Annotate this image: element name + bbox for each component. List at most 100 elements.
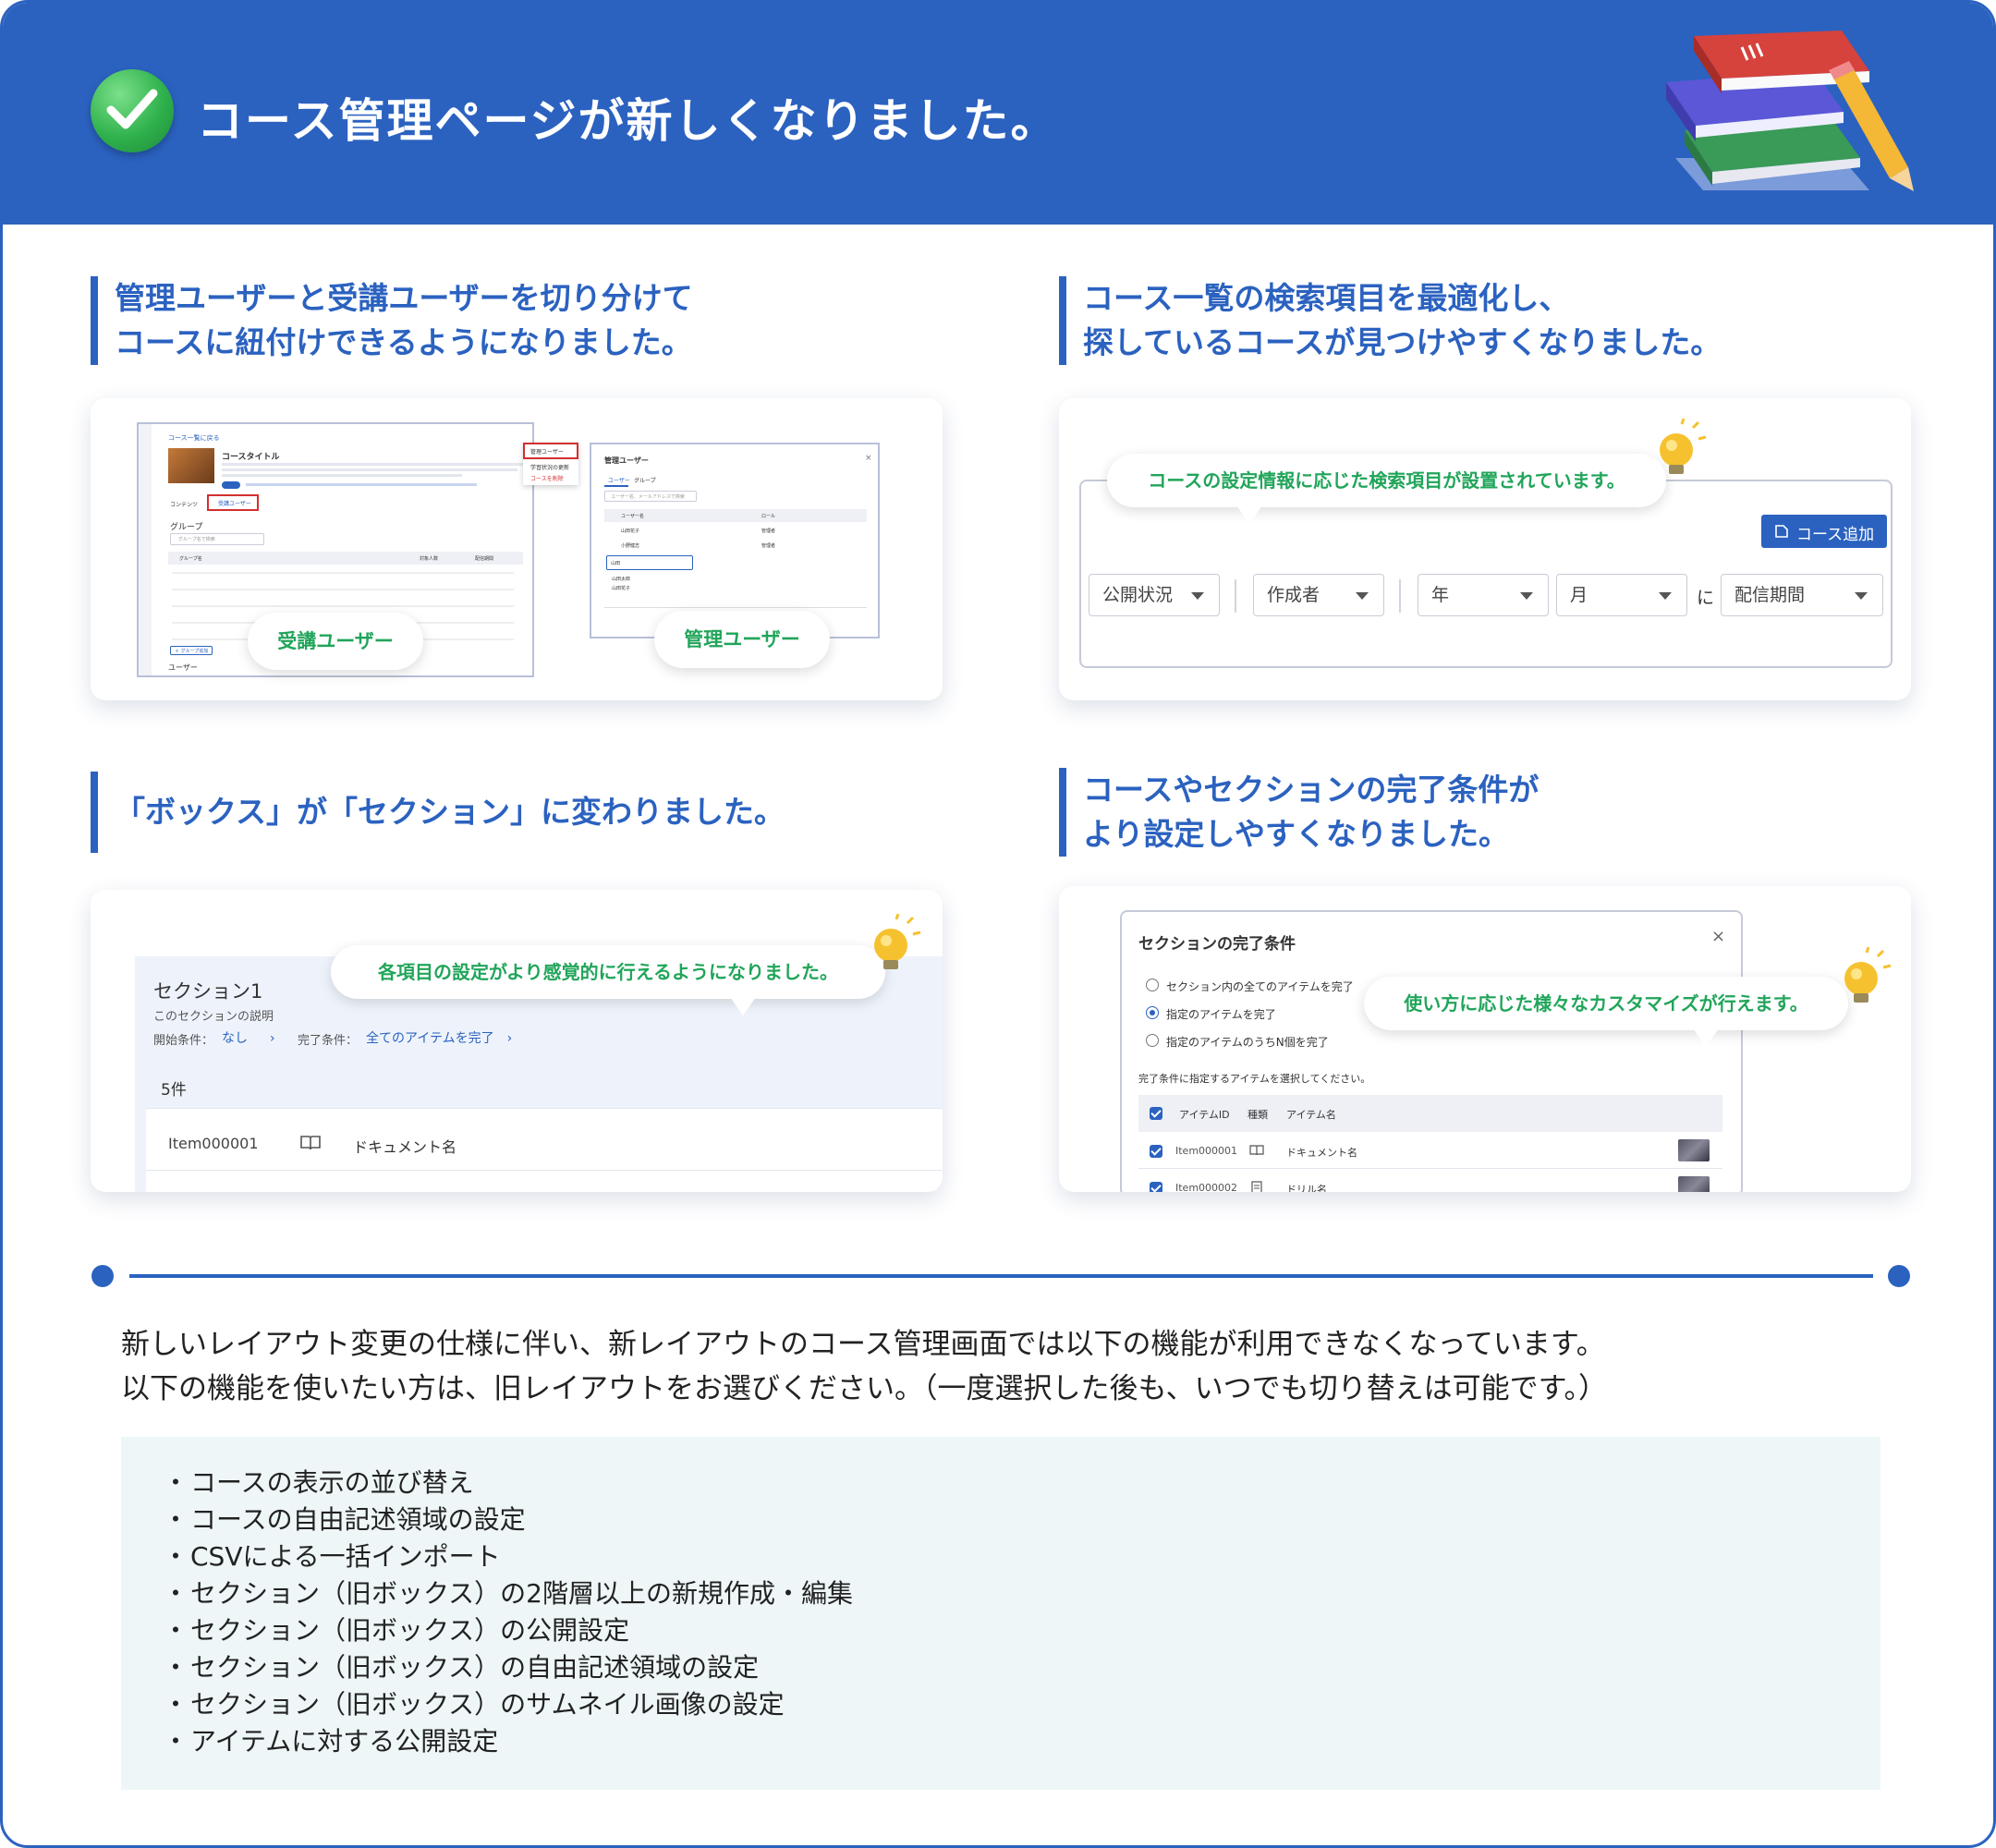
card-section-rename: セクション1 このセクションの説明 開始条件： なし › 完了条件： 全てのアイテ… (91, 890, 943, 1192)
start-condition-link[interactable]: なし › (222, 1028, 275, 1047)
callout-search-fields: コースの設定情報に応じた検索項目が設置されています。 (1107, 454, 1666, 524)
list-item: ・セクション（旧ボックス）の公開設定 (163, 1615, 630, 1646)
heading-line: 探しているコースが見つけやすくなりました。 (1083, 324, 1722, 360)
table-row[interactable]: Item000002 ドリル名 (1138, 1171, 1722, 1192)
dialog-tab-users[interactable]: ユーザー (608, 476, 630, 484)
card-completion-condition: セクションの完了条件 × セクション内の全てのアイテムを完了 指定のアイテムを完… (1059, 886, 1911, 1192)
tab-learners-highlight: 受講ユーザー (207, 494, 259, 511)
tab-contents[interactable]: コンテンツ (170, 500, 198, 508)
menu-item-admin-users[interactable]: 管理ユーザー (530, 447, 564, 456)
admin-users-dialog-mock: 管理ユーザー × ユーザー グループ ユーザー名、メールアドレスで検索 ユーザー… (590, 443, 880, 638)
header-banner: コース管理ページが新しくなりました。 (3, 3, 1993, 225)
announcement-frame: コース管理ページが新しくなりました。 管理ユーザーと受講ユーザーを切り分けて コ… (0, 0, 1996, 1848)
filter-year[interactable]: 年 (1418, 574, 1549, 616)
column-header: ユーザー名 (621, 514, 644, 519)
select-all-checkbox[interactable] (1150, 1107, 1162, 1120)
section-title: セクション1 (153, 980, 263, 1003)
list-item-text: セクション（旧ボックス）の公開設定 (190, 1615, 630, 1646)
radio-all-items[interactable] (1146, 979, 1159, 991)
callout-customization: 使い方に応じた様々なカスタマイズが行えます。 (1364, 977, 1848, 1047)
tab-learners[interactable]: 受講ユーザー (218, 499, 251, 507)
dropdown-caret-icon (1659, 592, 1672, 600)
feature-heading-search: コース一覧の検索項目を最適化し、 探しているコースが見つけやすくなりました。 (1059, 276, 1721, 365)
chevron-right-icon: › (270, 1031, 275, 1046)
layout-notice: 新しいレイアウト変更の仕様に伴い、新レイアウトのコース管理画面では以下の機能が利… (121, 1322, 1607, 1411)
heading-line: より設定しやすくなりました。 (1083, 816, 1510, 852)
add-group-button[interactable]: ＋ グループ追加 (170, 646, 213, 655)
list-item: ・セクション（旧ボックス）のサムネイル画像の設定 (163, 1689, 785, 1720)
radio-specified-items[interactable] (1146, 1006, 1159, 1019)
filter-month[interactable]: 月 (1556, 574, 1687, 616)
close-icon[interactable]: × (1711, 927, 1725, 946)
page-title: コース管理ページが新しくなりました。 (197, 94, 1059, 148)
dialog-search-input[interactable]: ユーザー名、メールアドレスで検索 (604, 491, 697, 502)
feature-heading-section-rename: 「ボックス」が「セクション」に変わりました。 (91, 772, 785, 853)
dialog-option[interactable]: 山田花子 (612, 585, 630, 591)
dialog-tab-groups[interactable]: グループ (634, 476, 656, 484)
column-header: アイテムID (1179, 1109, 1230, 1121)
dialog-user-select[interactable]: 山田 (606, 555, 693, 570)
card-search-filters: コース追加 公開状況 作成者 年 月 に 配信期間 コースの設定情報に応じた検索… (1059, 398, 1911, 700)
divider-dot-left (91, 1265, 114, 1287)
dialog-row-role: 管理者 (761, 529, 776, 534)
table-row[interactable]: Item000001 ドキュメント名 (1138, 1134, 1722, 1169)
dialog-row-name: 小野健志 (621, 543, 640, 549)
add-group-label: ＋ グループ追加 (175, 649, 209, 654)
group-search-placeholder: グループ名で検索 (178, 537, 215, 542)
notice-line: 新しいレイアウト変更の仕様に伴い、新レイアウトのコース管理画面では以下の機能が利… (121, 1328, 1605, 1361)
radio-label: 指定のアイテムのうちN個を完了 (1166, 1036, 1329, 1049)
filter-value: 作成者 (1267, 585, 1321, 605)
callout-intuitive-settings: 各項目の設定がより感覚的に行えるようになりました。 (331, 945, 885, 1015)
item-row[interactable]: Item000001 ドキュメント名 (146, 1108, 943, 1192)
dialog-option[interactable]: 山田太郎 (612, 576, 630, 582)
column-header: ロール (761, 514, 776, 519)
notice-line: 以下の機能を使いたい方は、旧レイアウトをお選びください。（一度選択した後も、いつ… (121, 1372, 1607, 1405)
item-id: Item000002 (1175, 1182, 1238, 1192)
list-item: ・セクション（旧ボックス）の自由記述領域の設定 (163, 1652, 760, 1683)
divider-line (129, 1274, 1873, 1278)
lightbulb-icon (874, 914, 921, 969)
menu-item-update-progress[interactable]: 学習状況の更新 (530, 463, 569, 471)
row-checkbox[interactable] (1150, 1145, 1162, 1158)
drill-icon (1251, 1181, 1262, 1192)
add-course-button[interactable]: コース追加 (1761, 515, 1887, 548)
row-checkbox[interactable] (1150, 1182, 1162, 1192)
heading-line: 「ボックス」が「セクション」に変わりました。 (115, 794, 785, 830)
close-icon[interactable]: × (865, 454, 872, 463)
dropdown-caret-icon (1191, 592, 1204, 600)
back-link[interactable]: コース一覧に戻る (168, 433, 220, 443)
lightbulb-icon (1844, 947, 1892, 1003)
list-item: ・コースの自由記述領域の設定 (163, 1504, 526, 1535)
list-item-text: コースの表示の並び替え (190, 1467, 474, 1498)
radio-n-items[interactable] (1146, 1034, 1159, 1047)
menu-item-delete-course[interactable]: コースを削除 (530, 474, 564, 482)
add-course-icon (1775, 525, 1788, 538)
heading-line: 管理ユーザーと受講ユーザーを切り分けて (115, 280, 693, 316)
document-icon (1249, 1145, 1264, 1156)
complete-condition-link[interactable]: 全てのアイテムを完了 › (366, 1028, 512, 1047)
list-item: ・CSVによる一括インポート (163, 1541, 501, 1572)
filter-delivery-period[interactable]: 配信期間 (1721, 574, 1883, 616)
add-course-label: コース追加 (1796, 526, 1875, 544)
books-pencil-icon (1666, 30, 1914, 191)
filter-value: 年 (1431, 585, 1450, 605)
dialog-row-role: 管理者 (761, 543, 776, 549)
filter-author[interactable]: 作成者 (1253, 574, 1384, 616)
dialog-select-value: 山田 (611, 561, 621, 566)
dropdown-caret-icon (1855, 592, 1868, 600)
item-id: Item000001 (1175, 1145, 1238, 1157)
dialog-title: 管理ユーザー (604, 456, 649, 465)
list-item-text: CSVによる一括インポート (190, 1541, 501, 1572)
users-label: ユーザー (168, 663, 198, 672)
feature-heading-completion: コースやセクションの完了条件が より設定しやすくなりました。 (1059, 768, 1539, 857)
chevron-right-icon: › (506, 1031, 513, 1046)
item-thumbnail (1678, 1176, 1710, 1192)
course-menu-dropdown: 管理ユーザー 学習状況の更新 コースを削除 (523, 443, 578, 485)
filter-separator (1235, 579, 1236, 613)
item-id: Item000001 (168, 1135, 259, 1152)
connector-text: に (1697, 588, 1715, 608)
filter-publish-status[interactable]: 公開状況 (1089, 574, 1220, 616)
list-item: ・コースの表示の並び替え (163, 1467, 474, 1498)
dropdown-caret-icon (1356, 592, 1369, 600)
group-search-input[interactable]: グループ名で検索 (170, 533, 264, 545)
